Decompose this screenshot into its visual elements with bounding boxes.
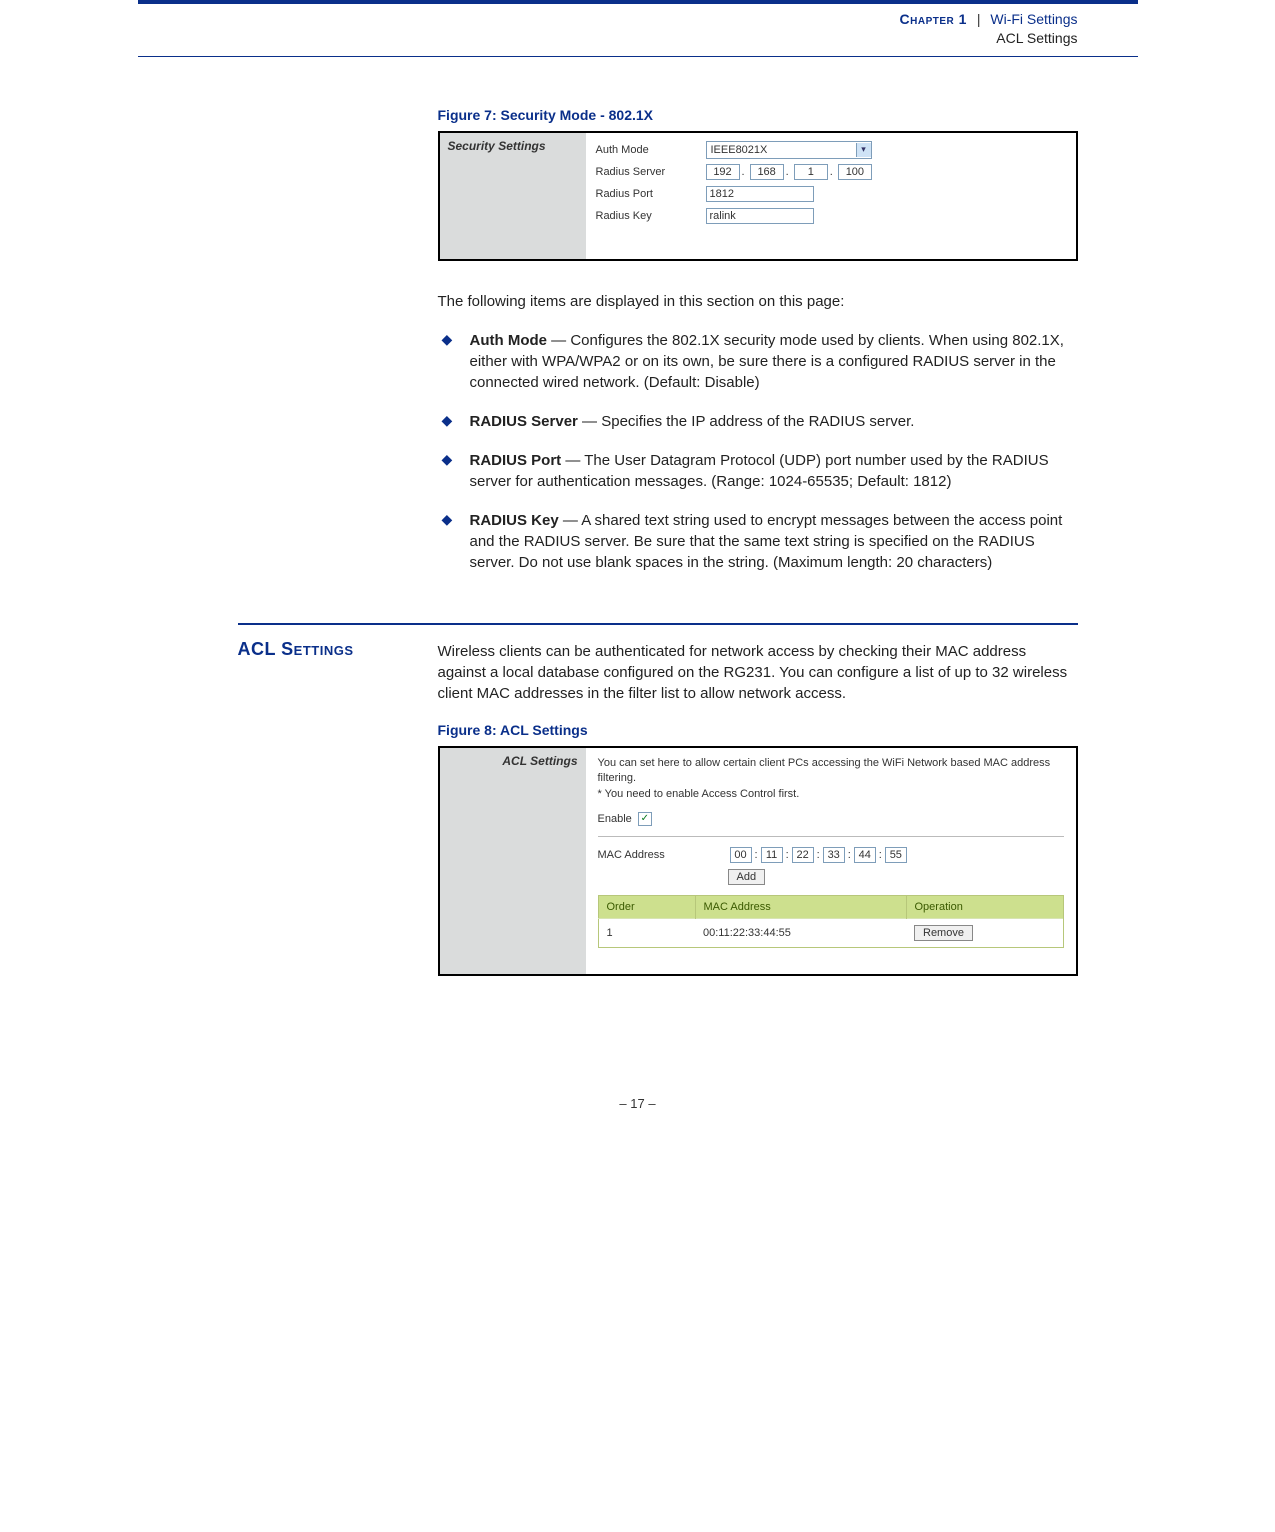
section-rule [238,623,1078,625]
radius-key-input[interactable]: ralink [706,208,814,224]
list-item: RADIUS Key — A shared text string used t… [438,510,1078,573]
acl-note-line1: You can set here to allow certain client… [598,757,1051,784]
acl-note-line2: * You need to enable Access Control firs… [598,788,800,800]
acl-settings-panel: ACL Settings You can set here to allow c… [438,746,1078,976]
security-settings-panel: Security Settings Auth Mode IEEE8021X ▾ … [438,131,1078,261]
radius-key-label: Radius Key [596,210,706,222]
acl-table: Order MAC Address Operation 1 00:11:22:3… [598,895,1064,948]
col-mac: MAC Address [695,895,906,918]
enable-label: Enable [598,813,632,825]
cell-order: 1 [598,918,695,947]
acl-settings-heading: ACL Settings [238,635,438,976]
divider [598,836,1064,837]
definition-list: Auth Mode — Configures the 802.1X securi… [438,330,1078,573]
header-subsection: ACL Settings [996,30,1077,46]
cell-mac: 00:11:22:33:44:55 [695,918,906,947]
security-settings-side-label: Security Settings [440,133,586,259]
col-operation: Operation [906,895,1063,918]
header-thin-rule [138,56,1138,57]
figure-8-caption: Figure 8: ACL Settings [438,722,1078,738]
radius-ip-octet-1[interactable]: 192 [706,164,740,180]
radius-key-term: RADIUS Key [470,512,559,529]
radius-server-desc: — Specifies the IP address of the RADIUS… [578,413,915,430]
list-item: Auth Mode — Configures the 802.1X securi… [438,330,1078,393]
acl-intro-text: Wireless clients can be authenticated fo… [438,641,1078,704]
acl-settings-side-label: ACL Settings [440,748,586,974]
table-row: 1 00:11:22:33:44:55 Remove [598,918,1063,947]
radius-port-input[interactable]: 1812 [706,186,814,202]
header-pipe: | [971,11,987,27]
radius-port-label: Radius Port [596,188,706,200]
acl-note: You can set here to allow certain client… [598,756,1064,802]
radius-server-term: RADIUS Server [470,413,578,430]
auth-mode-term: Auth Mode [470,332,547,349]
mac-address-label: MAC Address [598,849,728,861]
radius-ip-octet-2[interactable]: 168 [750,164,784,180]
mac-octet-2[interactable]: 11 [761,847,783,863]
radius-server-ip: 192. 168. 1. 100 [706,164,872,180]
radius-key-desc: — A shared text string used to encrypt m… [470,512,1063,571]
list-item: RADIUS Port — The User Datagram Protocol… [438,450,1078,492]
mac-octet-6[interactable]: 55 [885,847,907,863]
remove-button[interactable]: Remove [914,925,973,941]
add-button[interactable]: Add [728,869,766,885]
chevron-down-icon: ▾ [856,143,871,157]
header-section: Wi-Fi Settings [990,11,1077,27]
enable-checkbox[interactable]: ✓ [638,812,652,826]
auth-mode-value: IEEE8021X [711,144,768,156]
radius-ip-octet-4[interactable]: 100 [838,164,872,180]
chapter-label: Chapter 1 [900,11,967,27]
running-header: Chapter 1 | Wi-Fi Settings ACL Settings [138,4,1138,56]
radius-server-label: Radius Server [596,166,706,178]
mac-octet-4[interactable]: 33 [823,847,845,863]
list-item: RADIUS Server — Specifies the IP address… [438,411,1078,432]
radius-port-term: RADIUS Port [470,452,562,469]
auth-mode-label: Auth Mode [596,144,706,156]
mac-octet-3[interactable]: 22 [792,847,814,863]
section-intro-text: The following items are displayed in thi… [438,291,1078,312]
table-header-row: Order MAC Address Operation [598,895,1063,918]
auth-mode-desc: — Configures the 802.1X security mode us… [470,332,1064,391]
page-number: – 17 – [138,1096,1138,1111]
col-order: Order [598,895,695,918]
mac-octet-1[interactable]: 00 [730,847,752,863]
mac-octet-5[interactable]: 44 [854,847,876,863]
figure-7-caption: Figure 7: Security Mode - 802.1X [438,107,1078,123]
radius-ip-octet-3[interactable]: 1 [794,164,828,180]
auth-mode-select[interactable]: IEEE8021X ▾ [706,141,872,159]
